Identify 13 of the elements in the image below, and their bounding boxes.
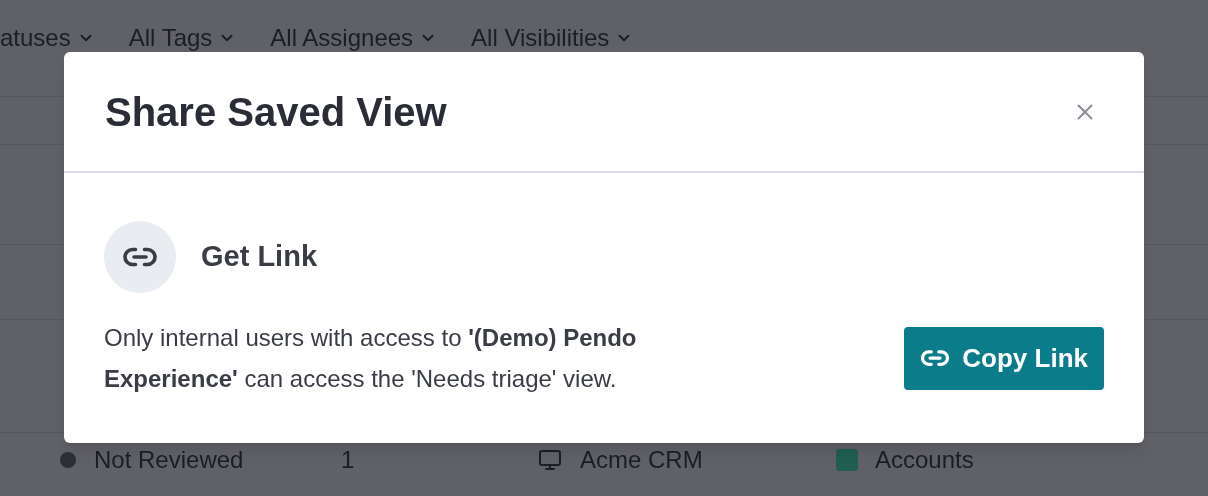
filter-dropdown[interactable]: All Assignees xyxy=(270,24,438,52)
tag-label: Accounts xyxy=(875,446,974,474)
count-cell-text: 1 xyxy=(341,446,356,474)
section-title: Get Link xyxy=(201,239,317,275)
filter-dropdown[interactable]: All Visibilities xyxy=(471,24,634,52)
filter-dropdown[interactable]: All Tags xyxy=(128,24,237,52)
app-name: Acme CRM xyxy=(580,446,704,474)
dialog-title: Share Saved View xyxy=(105,88,447,136)
copy-link-button[interactable]: Copy Link xyxy=(904,326,1104,390)
access-description: Only internal users with access to '(Demo) Pendo Experience' can access the 'Needs triage' view. xyxy=(104,323,638,394)
monitor-icon xyxy=(536,448,564,472)
filter-dropdown[interactable]: atuses xyxy=(0,24,95,52)
status-label: Not Reviewed xyxy=(94,446,245,474)
